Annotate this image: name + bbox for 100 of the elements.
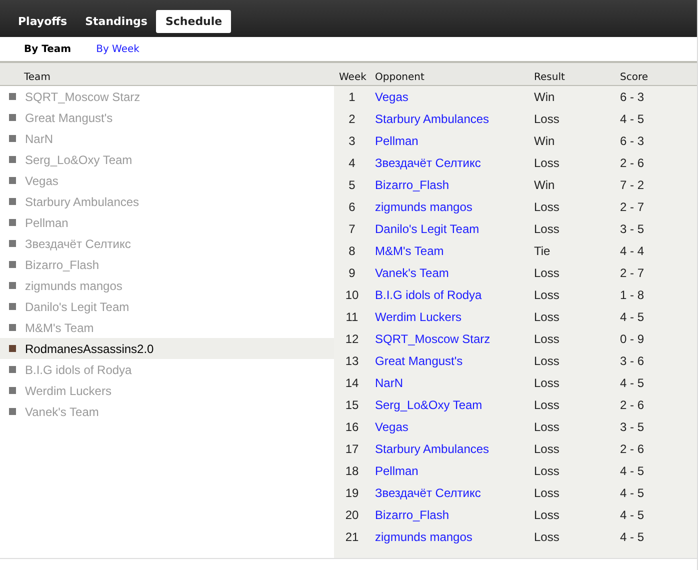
opponent-link[interactable]: M&M's Team xyxy=(375,244,444,258)
score-cell-text: 2 - 7 xyxy=(620,266,646,280)
score-cell-text: 2 - 6 xyxy=(620,156,646,170)
result-cell-text: Win xyxy=(534,90,556,104)
opponent-link[interactable]: Danilo's Legit Team xyxy=(375,222,480,236)
bullet-icon xyxy=(9,240,16,247)
opponent-link[interactable]: Vegas xyxy=(375,90,408,104)
score-cell-text: 2 - 7 xyxy=(620,200,646,214)
column-header: Score xyxy=(620,72,648,83)
bullet-icon xyxy=(9,219,16,226)
week-cell-text: 12 xyxy=(344,332,360,346)
week-cell-text: 19 xyxy=(344,486,360,500)
column-header: Week xyxy=(339,72,368,83)
score-cell-text: 3 - 5 xyxy=(620,222,646,236)
result-cell-text: Loss xyxy=(534,200,560,214)
opponent-link[interactable]: Serg_Lo&Oxy Team xyxy=(375,398,482,412)
result-cell-text: Loss xyxy=(534,486,560,500)
opponent-link[interactable]: B.I.G idols of Rodya xyxy=(375,288,482,302)
week-cell-text: 5 xyxy=(348,178,356,192)
score-cell-text: 4 - 5 xyxy=(620,464,646,478)
score-cell-text: 7 - 2 xyxy=(620,178,646,192)
score-cell-text: 0 - 9 xyxy=(620,332,646,346)
tab[interactable]: Standings xyxy=(76,10,156,33)
opponent-link[interactable]: Звездачёт Селтикс xyxy=(375,156,481,170)
week-cell-text: 1 xyxy=(348,90,356,104)
opponent-link[interactable]: zigmunds mangos xyxy=(375,530,472,544)
week-cell-text: 20 xyxy=(344,508,360,522)
opponent-link[interactable]: Starbury Ambulances xyxy=(375,112,490,126)
result-cell-text: Win xyxy=(534,134,556,148)
opponent-link[interactable]: SQRT_Moscow Starz xyxy=(375,332,490,346)
week-cell-text: 7 xyxy=(348,222,356,236)
result-cell-text: Loss xyxy=(534,464,560,478)
opponent-link[interactable]: zigmunds mangos xyxy=(375,200,472,214)
bullet-icon xyxy=(9,198,16,205)
score-cell-text: 3 - 5 xyxy=(620,420,646,434)
week-cell-text: 16 xyxy=(344,420,360,434)
score-cell-text: 3 - 6 xyxy=(620,354,646,368)
score-cell-text: 4 - 5 xyxy=(620,112,646,126)
column-header: Team xyxy=(24,72,52,83)
result-cell-text: Loss xyxy=(534,266,560,280)
opponent-link[interactable]: Bizarro_Flash xyxy=(375,508,450,522)
view-tab[interactable]: By Week xyxy=(96,44,140,54)
column-header: Opponent xyxy=(375,72,426,83)
result-cell-text: Loss xyxy=(534,156,560,170)
tab[interactable]: Playoffs xyxy=(9,10,76,33)
week-cell-text: 13 xyxy=(344,354,360,368)
result-cell-text: Loss xyxy=(534,376,560,390)
bullet-icon xyxy=(9,408,16,415)
bullet-icon xyxy=(9,135,16,142)
team-item[interactable]: RodmanesAssassins2.0 xyxy=(0,338,334,359)
score-cell-text: 2 - 6 xyxy=(620,442,646,456)
result-cell-text: Loss xyxy=(534,442,560,456)
result-cell-text: Loss xyxy=(534,354,560,368)
bullet-icon xyxy=(9,114,16,121)
week-cell-text: 15 xyxy=(344,398,360,412)
view-tab[interactable]: By Team xyxy=(24,44,72,54)
week-cell-text: 21 xyxy=(344,530,360,544)
week-cell-text: 17 xyxy=(344,442,360,456)
bullet-icon xyxy=(9,387,16,394)
opponent-link[interactable]: NarN xyxy=(375,376,404,390)
result-cell-text: Win xyxy=(534,178,556,192)
week-cell-text: 11 xyxy=(344,310,360,324)
opponent-link[interactable]: Vegas xyxy=(375,420,408,434)
week-cell-text: 18 xyxy=(344,464,360,478)
opponent-link[interactable]: Starbury Ambulances xyxy=(375,442,490,456)
result-cell-text: Loss xyxy=(534,420,560,434)
opponent-link[interactable]: Pellman xyxy=(375,134,418,148)
opponent-link[interactable]: Great Mangust's xyxy=(375,354,463,368)
result-cell-text: Loss xyxy=(534,310,560,324)
week-cell-text: 14 xyxy=(344,376,360,390)
opponent-link[interactable]: Werdim Luckers xyxy=(375,310,462,324)
tab[interactable]: Schedule xyxy=(156,10,232,33)
column-header: Result xyxy=(534,72,566,83)
opponent-link[interactable]: Звездачёт Селтикс xyxy=(375,486,481,500)
score-cell-text: 6 - 3 xyxy=(620,134,646,148)
week-cell-text: 10 xyxy=(344,288,360,302)
score-cell-text: 4 - 5 xyxy=(620,486,646,500)
score-cell-text: 4 - 5 xyxy=(620,376,646,390)
bullet-icon xyxy=(9,156,16,163)
week-cell-text: 4 xyxy=(348,156,356,170)
result-cell-text: Loss xyxy=(534,112,560,126)
week-cell-text: 6 xyxy=(348,200,356,214)
score-cell-text: 4 - 5 xyxy=(620,508,646,522)
bullet-icon xyxy=(9,282,16,289)
score-cell-text: 1 - 8 xyxy=(620,288,646,302)
score-cell-text: 2 - 6 xyxy=(620,398,646,412)
bullet-icon xyxy=(9,324,16,331)
opponent-link[interactable]: Bizarro_Flash xyxy=(375,178,450,192)
week-cell-text: 9 xyxy=(348,266,356,280)
result-cell-text: Loss xyxy=(534,530,560,544)
result-cell-text: Loss xyxy=(534,398,560,412)
result-cell-text: Loss xyxy=(534,508,560,522)
opponent-link[interactable]: Vanek's Team xyxy=(375,266,449,280)
week-cell-text: 3 xyxy=(348,134,356,148)
week-cell-text: 8 xyxy=(348,244,356,258)
opponent-link[interactable]: Pellman xyxy=(375,464,418,478)
result-cell-text: Tie xyxy=(534,244,552,258)
bullet-icon xyxy=(9,366,16,373)
result-cell-text: Loss xyxy=(534,288,560,302)
score-cell-text: 4 - 4 xyxy=(620,244,646,258)
